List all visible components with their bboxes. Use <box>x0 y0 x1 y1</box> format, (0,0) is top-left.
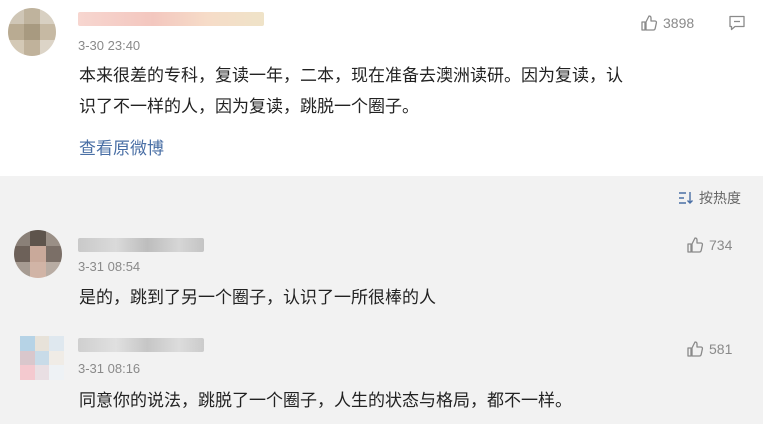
list-item: 3-31 08:54 734 是的，跳到了另一个圈子，认识了一所很棒的人 <box>0 222 763 324</box>
reply-button[interactable] <box>728 14 746 36</box>
like-count: 3898 <box>663 15 695 31</box>
like-count: 734 <box>709 237 733 253</box>
sort-label: 按热度 <box>699 191 741 207</box>
reply-icon <box>729 15 745 31</box>
sort-icon <box>679 192 693 204</box>
comment-text-line-1: 本来很差的专科，复读一年，二本，现在准备去澳洲读研。因为复读，认 <box>79 66 623 86</box>
reply-text: 是的，跳到了另一个圈子，认识了一所很棒的人 <box>79 288 436 308</box>
username-blurred[interactable] <box>78 338 204 352</box>
main-comment: 3-30 23:40 3898 本来很差的专科，复读一年，二本，现在准备去澳洲读… <box>0 0 763 176</box>
avatar[interactable] <box>20 336 64 380</box>
reply-time: 3-31 08:54 <box>78 259 141 274</box>
comment-text-line-2: 识了不一样的人，因为复读，跳脱一个圈子。 <box>79 97 419 117</box>
comment-time: 3-30 23:40 <box>78 38 141 53</box>
username-blurred[interactable] <box>78 12 264 26</box>
like-button[interactable]: 581 <box>686 340 732 358</box>
like-count: 581 <box>709 341 733 357</box>
reply-text: 同意你的说法，跳脱了一个圈子，人生的状态与格局，都不一样。 <box>79 391 572 411</box>
view-original-link[interactable]: 查看原微博 <box>79 134 164 159</box>
thumbs-up-icon <box>687 341 704 357</box>
avatar[interactable] <box>8 8 56 56</box>
sort-bar: 按热度 <box>0 176 763 222</box>
thumbs-up-icon <box>641 15 658 31</box>
reply-list: 3-31 08:54 734 是的，跳到了另一个圈子，认识了一所很棒的人 3-3… <box>0 222 763 424</box>
avatar[interactable] <box>14 230 62 278</box>
reply-time: 3-31 08:16 <box>78 361 141 376</box>
like-button[interactable]: 734 <box>686 236 732 254</box>
like-button[interactable]: 3898 <box>640 14 694 32</box>
thumbs-up-icon <box>687 237 704 253</box>
sort-button[interactable]: 按热度 <box>678 188 741 208</box>
list-item: 3-31 08:16 581 同意你的说法，跳脱了一个圈子，人生的状态与格局，都… <box>0 324 763 424</box>
username-blurred[interactable] <box>78 238 204 252</box>
